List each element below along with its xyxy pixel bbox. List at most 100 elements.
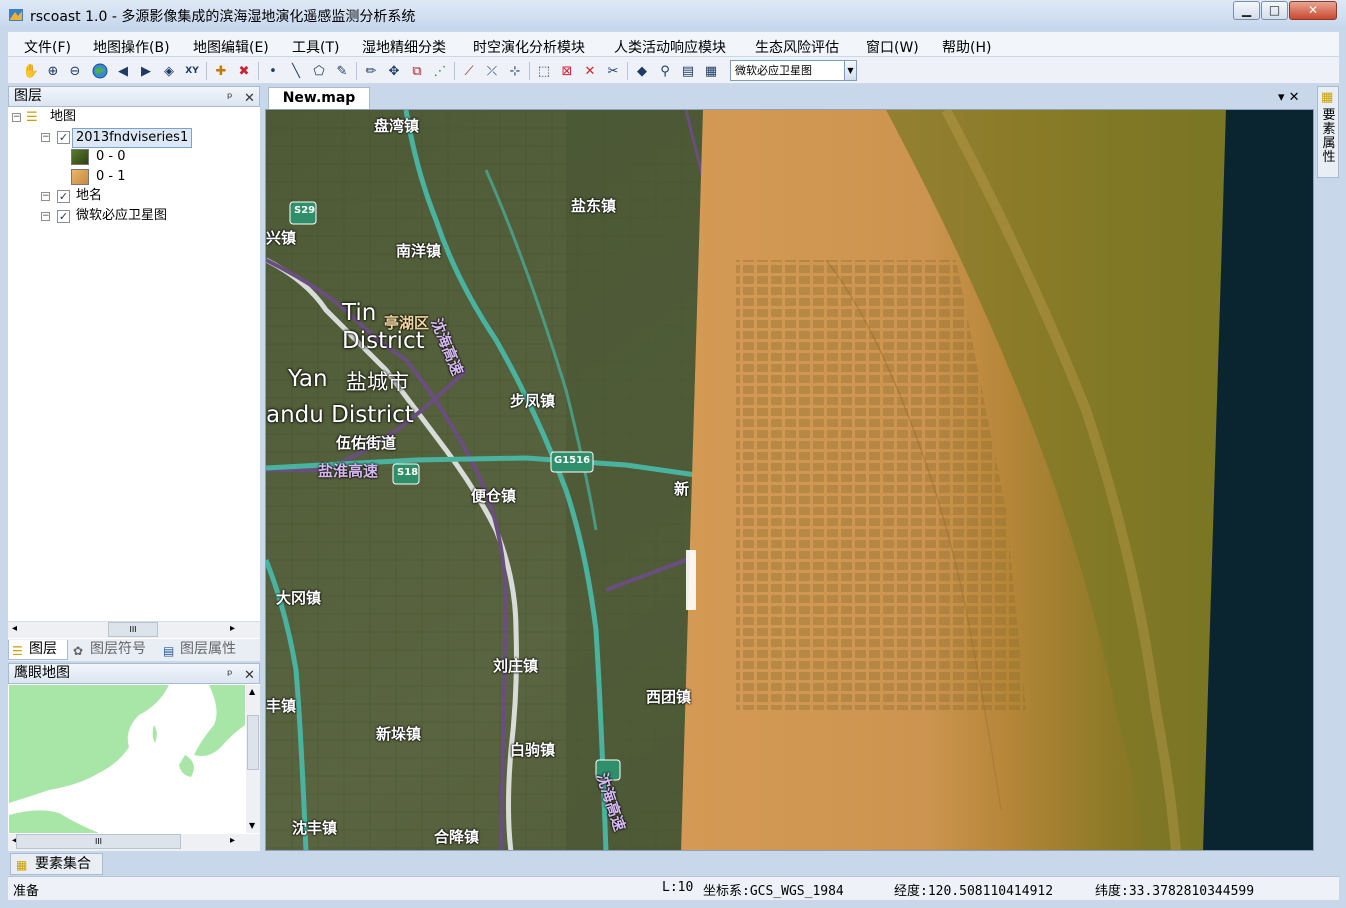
vertex-icon[interactable]: ⋰	[431, 62, 449, 80]
zoom-out-icon[interactable]: ⊖	[66, 62, 84, 80]
snap-icon[interactable]: ⊹	[506, 62, 524, 80]
trim-icon[interactable]: ⤫	[483, 62, 501, 80]
toolbar-separator	[356, 62, 357, 80]
highway-shield: S18	[397, 467, 419, 478]
map-place-label: 新垛镇	[376, 725, 422, 743]
edit-sketch-icon[interactable]: ✎	[333, 62, 351, 80]
toolbar-separator	[627, 62, 628, 80]
maximize-button[interactable]: □	[1261, 1, 1288, 20]
point-icon[interactable]: •	[264, 62, 282, 80]
menu-eco-risk[interactable]: 生态风险评估	[755, 37, 839, 57]
menu-map-operation[interactable]: 地图操作(B)	[93, 37, 170, 57]
title-bar: rscoast 1.0 - 多源影像集成的滨海湿地演化遥感监测分析系统 ▁ □ …	[0, 0, 1346, 30]
menu-window[interactable]: 窗口(W)	[866, 37, 919, 57]
pencil-icon[interactable]: ✏	[362, 62, 380, 80]
toolbar-separator	[206, 62, 207, 80]
properties-icon: ▦	[1321, 90, 1334, 105]
collapse-icon[interactable]: −	[41, 212, 50, 221]
xy-goto-icon[interactable]: XY	[183, 62, 201, 80]
locate-icon[interactable]: ◆	[633, 62, 651, 80]
layer-visibility-checkbox[interactable]: ✓	[57, 131, 70, 144]
cut-icon[interactable]: ✂	[604, 62, 622, 80]
tab-feature-collection[interactable]: ▦ 要素集合	[10, 853, 103, 875]
tab-new-map[interactable]: New.map	[268, 87, 370, 109]
tab-label: 图层符号	[90, 641, 146, 657]
move-icon[interactable]: ✥	[385, 62, 403, 80]
layer-visibility-checkbox[interactable]: ✓	[57, 190, 70, 203]
scroll-right-icon[interactable]: ▸	[230, 835, 235, 846]
chevron-down-icon[interactable]: ▼	[844, 61, 856, 80]
menu-help[interactable]: 帮助(H)	[942, 37, 991, 57]
menu-tools[interactable]: 工具(T)	[292, 37, 339, 57]
map-place-label: 新	[674, 480, 690, 498]
find-icon[interactable]: ⚲	[656, 62, 674, 80]
attribute-table-icon[interactable]: ▦	[702, 62, 720, 80]
select-identify-icon[interactable]: ◈	[160, 62, 178, 80]
layer-tree: − ☰ 地图 − ✓ 2013fndviseries1 0 - 0 0 - 1 …	[8, 108, 260, 708]
split-icon[interactable]: ⧉	[408, 62, 426, 80]
close-icon[interactable]: ✕	[244, 666, 255, 685]
map-place-label: 合降镇	[434, 828, 480, 846]
remove-layer-icon[interactable]: ✖	[235, 62, 253, 80]
measure-icon[interactable]: ▤	[679, 62, 697, 80]
map-canvas	[266, 110, 1313, 850]
horizontal-scrollbar[interactable]: ◂ III ▸	[8, 621, 260, 638]
tab-layer-properties[interactable]: ▤ 图层属性	[160, 640, 250, 660]
layers-panel: 图层 ᵖ ✕ − ☰ 地图 − ✓ 2013fndviseries1 0 - 0…	[8, 86, 260, 661]
tab-layer-symbols[interactable]: ✿ 图层符号	[70, 640, 158, 660]
polygon-icon[interactable]: ⬠	[310, 62, 328, 80]
scroll-left-icon[interactable]: ◂	[12, 623, 17, 634]
toolbar-separator	[258, 62, 259, 80]
pin-icon[interactable]: ᵖ	[227, 89, 233, 108]
scroll-down-icon[interactable]: ▼	[249, 821, 255, 830]
back-arrow-icon[interactable]: ◀	[114, 62, 132, 80]
feature-properties-dock[interactable]: ▦ 要素属性	[1317, 86, 1339, 178]
collapse-icon[interactable]: −	[12, 113, 21, 122]
status-longitude: 经度:120.508110414912	[894, 884, 1054, 899]
scroll-up-icon[interactable]: ▲	[249, 687, 255, 696]
map-place-label: 伍佑街道	[336, 434, 397, 452]
minimize-button[interactable]: ▁	[1233, 1, 1260, 20]
close-button[interactable]: ✕	[1289, 1, 1337, 20]
overview-panel-header: 鹰眼地图 ᵖ ✕	[8, 663, 260, 684]
select-box-icon[interactable]: ⬚	[535, 62, 553, 80]
horizontal-scrollbar[interactable]: ◂ III ▸	[8, 834, 260, 851]
map-place-label: Tin	[342, 300, 377, 326]
legend-swatch	[71, 149, 89, 165]
menu-map-edit[interactable]: 地图编辑(E)	[193, 37, 269, 57]
delete-select-icon[interactable]: ⊠	[558, 62, 576, 80]
scroll-right-icon[interactable]: ▸	[230, 623, 235, 634]
vertical-scrollbar[interactable]: ▲ ▼	[246, 685, 260, 833]
document-tab-controls[interactable]: ▾ ✕	[1278, 90, 1300, 105]
app-icon	[8, 7, 24, 23]
menu-wetland-classification[interactable]: 湿地精细分类	[362, 37, 446, 57]
globe-icon[interactable]	[91, 62, 109, 80]
status-level: L:10	[662, 880, 694, 895]
map-view[interactable]: S29 S18 G1516 盘湾镇 盐东镇 兴镇 南洋镇 Tin 亭湖区 Dis…	[265, 109, 1314, 851]
layer-name: 微软必应卫星图	[76, 208, 168, 223]
pan-icon[interactable]: ✋	[22, 62, 40, 80]
overview-map[interactable]	[9, 685, 245, 833]
tab-layers[interactable]: ☰ 图层	[8, 640, 68, 660]
pin-icon[interactable]: ᵖ	[227, 666, 233, 685]
scroll-thumb[interactable]: III	[108, 622, 158, 637]
forward-arrow-icon[interactable]: ▶	[137, 62, 155, 80]
line-icon[interactable]: ╲	[287, 62, 305, 80]
scroll-thumb[interactable]: III	[16, 834, 181, 849]
basemap-select[interactable]: 微软必应卫星图 ▼	[730, 60, 857, 81]
menu-human-activity[interactable]: 人类活动响应模块	[614, 37, 726, 57]
close-icon[interactable]: ✕	[244, 89, 255, 108]
menu-spatiotemporal-analysis[interactable]: 时空演化分析模块	[473, 37, 585, 57]
scroll-thumb[interactable]	[247, 715, 259, 770]
collapse-icon[interactable]: −	[41, 133, 50, 142]
add-data-icon[interactable]: ✚	[212, 62, 230, 80]
draw-line-icon[interactable]: ⟋	[460, 62, 478, 80]
layer-visibility-checkbox[interactable]: ✓	[57, 210, 70, 223]
map-place-label: 步凤镇	[510, 392, 556, 410]
map-place-label: 刘庄镇	[493, 657, 539, 675]
delete-icon[interactable]: ✕	[581, 62, 599, 80]
zoom-in-icon[interactable]: ⊕	[44, 62, 62, 80]
menu-file[interactable]: 文件(F)	[24, 37, 71, 57]
map-place-label: 盐东镇	[571, 197, 617, 215]
collapse-icon[interactable]: −	[41, 192, 50, 201]
